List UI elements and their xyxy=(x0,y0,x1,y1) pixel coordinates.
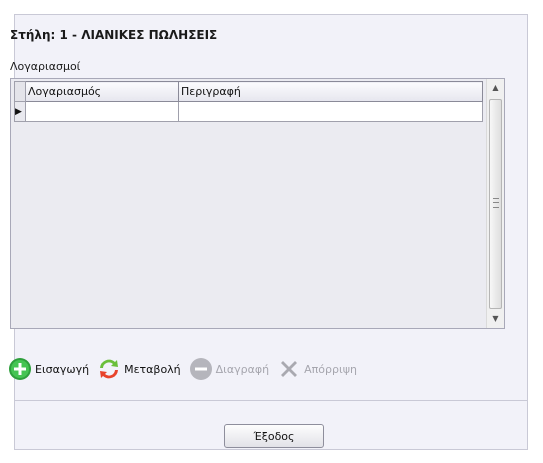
column-header-description[interactable]: Περιγραφή xyxy=(178,81,483,102)
edit-button[interactable]: Μεταβολή xyxy=(97,357,181,381)
insert-button[interactable]: Εισαγωγή xyxy=(8,357,89,381)
x-mark-icon xyxy=(281,361,298,377)
delete-button[interactable]: Διαγραφή xyxy=(189,357,269,381)
grip-icon xyxy=(493,198,499,208)
accounts-table: Λογαριασμός Περιγραφή ▶ xyxy=(14,81,483,122)
current-row-indicator: ▶ xyxy=(14,101,26,122)
minus-circle-icon xyxy=(189,358,212,380)
vertical-scrollbar[interactable]: ▲ ▼ xyxy=(486,79,504,328)
reject-label: Απόρριψη xyxy=(304,362,357,376)
scroll-up-arrow-icon[interactable]: ▲ xyxy=(487,79,504,97)
accounts-grid[interactable]: Λογαριασμός Περιγραφή ▶ ▲ ▼ xyxy=(10,78,505,329)
action-toolbar: Εισαγωγή Μεταβολή Διαγραφή Απόρριψη xyxy=(8,356,365,382)
grid-area: Λογαριασμός Περιγραφή ▶ xyxy=(11,79,487,328)
edit-label: Μεταβολή xyxy=(124,362,181,376)
row-header-corner xyxy=(14,81,26,102)
exit-button[interactable]: Έξοδος xyxy=(224,424,324,448)
insert-label: Εισαγωγή xyxy=(35,362,90,376)
header-row: Λογαριασμός Περιγραφή xyxy=(14,81,483,102)
dialog-title: Στήλη: 1 - ΛΙΑΝΙΚΕΣ ΠΩΛΗΣΕΙΣ xyxy=(10,28,218,42)
scroll-down-arrow-icon[interactable]: ▼ xyxy=(487,310,504,328)
cell-account[interactable] xyxy=(25,101,179,122)
cell-description[interactable] xyxy=(178,101,483,122)
scrollbar-thumb[interactable] xyxy=(489,99,502,309)
delete-label: Διαγραφή xyxy=(215,362,270,376)
refresh-arrows-icon xyxy=(100,359,119,379)
accounts-section-label: Λογαριασμοί xyxy=(10,60,81,73)
divider xyxy=(14,400,528,401)
table-row[interactable]: ▶ xyxy=(14,101,483,122)
reject-button[interactable]: Απόρριψη xyxy=(277,357,357,381)
column-header-account[interactable]: Λογαριασμός xyxy=(25,81,179,102)
plus-circle-icon xyxy=(9,358,31,380)
